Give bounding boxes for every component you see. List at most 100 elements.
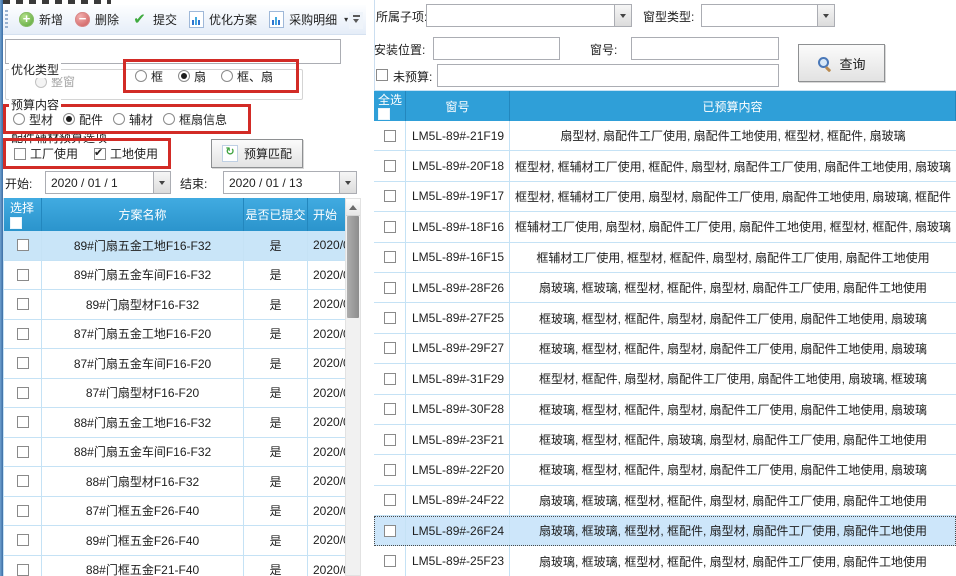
radio-option-辅材[interactable]: 辅材	[113, 111, 153, 128]
budget-table-row[interactable]: LM5L-89#-18F16框辅材工厂使用, 扇型材, 扇配件工厂使用, 扇配件…	[374, 212, 956, 242]
budget-table-row[interactable]: LM5L-89#-25F23扇玻璃, 框玻璃, 框型材, 框配件, 扇型材, 扇…	[374, 546, 956, 576]
plan-row-checkbox[interactable]	[17, 564, 29, 576]
budget-row-checkbox[interactable]	[384, 160, 396, 172]
plan-row-select-cell[interactable]	[4, 556, 42, 576]
budget-row-checkbox[interactable]	[384, 494, 396, 506]
plan-row-select-cell[interactable]	[4, 438, 42, 467]
toolbar-button-采购明细[interactable]: 采购明细▾	[263, 8, 354, 31]
budget-row-select-cell[interactable]	[374, 516, 406, 545]
plan-row-select-cell[interactable]	[4, 349, 42, 378]
budget-row-checkbox[interactable]	[384, 221, 396, 233]
window-type-dropdown-icon[interactable]	[817, 5, 834, 26]
budget-table-row[interactable]: LM5L-89#-16F15框辅材工厂使用, 框型材, 框配件, 扇型材, 扇配…	[374, 243, 956, 273]
budget-row-select-cell[interactable]	[374, 364, 406, 393]
plan-row-checkbox[interactable]	[17, 239, 29, 251]
select-all-plans-checkbox[interactable]	[10, 217, 22, 229]
budget-table-row[interactable]: LM5L-89#-28F26扇玻璃, 框玻璃, 框型材, 框配件, 扇型材, 扇…	[374, 273, 956, 303]
checkbox-option-工厂使用[interactable]: 工厂使用	[14, 145, 78, 162]
plan-row-checkbox[interactable]	[17, 298, 29, 310]
toolbar-button-优化方案[interactable]: 优化方案	[183, 8, 263, 31]
plan-row-select-cell[interactable]	[4, 320, 42, 349]
toolbar-grip-handle[interactable]	[5, 10, 8, 30]
plan-row-checkbox[interactable]	[17, 269, 29, 281]
budget-row-select-cell[interactable]	[374, 486, 406, 515]
budget-row-checkbox[interactable]	[384, 130, 396, 142]
plan-name-column-header[interactable]: 方案名称	[42, 198, 244, 231]
submitted-column-header[interactable]: 是否已提交	[244, 198, 308, 231]
budget-table-row[interactable]: LM5L-89#-21F19扇型材, 扇配件工厂使用, 扇配件工地使用, 框型材…	[374, 121, 956, 151]
start-date-picker[interactable]: 2020 / 01 / 1	[45, 171, 171, 194]
plan-row-checkbox[interactable]	[17, 505, 29, 517]
budget-table-row[interactable]: LM5L-89#-24F22扇玻璃, 框玻璃, 框型材, 框配件, 扇型材, 扇…	[374, 486, 956, 516]
budget-row-select-cell[interactable]	[374, 303, 406, 332]
plan-table-row[interactable]: 89#门框五金F26-F40是2020/0	[4, 526, 345, 556]
budget-table-row[interactable]: LM5L-89#-27F25框玻璃, 框型材, 框配件, 扇型材, 扇配件工厂使…	[374, 303, 956, 333]
radio-option-型材[interactable]: 型材	[13, 111, 53, 128]
window-type-combobox[interactable]	[701, 4, 835, 27]
plan-table-row[interactable]: 89#门扇五金工地F16-F32是2020/0	[4, 231, 345, 261]
plan-table-row[interactable]: 89#门扇五金车间F16-F32是2020/0	[4, 261, 345, 291]
plan-row-select-cell[interactable]	[4, 408, 42, 437]
radio-option-扇[interactable]: 扇	[178, 68, 206, 85]
query-button[interactable]: 查询	[798, 44, 885, 82]
select-all-windows-checkbox[interactable]	[378, 108, 390, 120]
budget-table-row[interactable]: LM5L-89#-26F24扇玻璃, 框玻璃, 框型材, 框配件, 扇型材, 扇…	[374, 516, 956, 546]
plan-row-select-cell[interactable]	[4, 290, 42, 319]
budget-table-row[interactable]: LM5L-89#-19F17框型材, 框辅材工厂使用, 扇型材, 扇配件工厂使用…	[374, 182, 956, 212]
plan-table-row[interactable]: 87#门扇五金工地F16-F20是2020/0	[4, 320, 345, 350]
budget-table-row[interactable]: LM5L-89#-30F28框玻璃, 框型材, 框配件, 扇型材, 扇配件工厂使…	[374, 395, 956, 425]
no-budget-input[interactable]	[437, 64, 779, 87]
checkbox-icon[interactable]	[94, 148, 106, 160]
budget-table-row[interactable]: LM5L-89#-29F27框玻璃, 框型材, 框配件, 扇型材, 扇配件工厂使…	[374, 334, 956, 364]
budget-row-select-cell[interactable]	[374, 455, 406, 484]
start-date-dropdown-icon[interactable]	[153, 172, 170, 193]
budgeted-content-column-header[interactable]: 已预算内容	[510, 91, 956, 121]
radio-option-框、扇[interactable]: 框、扇	[221, 68, 273, 85]
budget-match-button[interactable]: ↻ 预算匹配	[211, 139, 303, 168]
radio-icon[interactable]	[135, 70, 147, 82]
plan-table-row[interactable]: 88#门框五金F21-F40是2020/0	[4, 556, 345, 576]
toolbar-button-删除[interactable]: −删除	[69, 8, 125, 31]
plan-row-checkbox[interactable]	[17, 357, 29, 369]
radio-icon[interactable]	[63, 113, 75, 125]
budget-row-checkbox[interactable]	[384, 525, 396, 537]
plan-table-row[interactable]: 89#门扇型材F16-F32是2020/0	[4, 290, 345, 320]
plan-row-checkbox[interactable]	[17, 387, 29, 399]
plan-row-select-cell[interactable]	[4, 467, 42, 496]
subitem-dropdown-icon[interactable]	[614, 5, 631, 26]
no-budget-checkbox[interactable]	[376, 69, 388, 81]
scrollbar-thumb[interactable]	[347, 216, 359, 318]
budget-row-checkbox[interactable]	[384, 555, 396, 567]
budget-row-select-cell[interactable]	[374, 395, 406, 424]
plan-row-checkbox[interactable]	[17, 534, 29, 546]
chevron-down-icon[interactable]: ▾	[344, 16, 348, 24]
plan-row-select-cell[interactable]	[4, 379, 42, 408]
subitem-combobox[interactable]	[426, 4, 632, 27]
budget-row-checkbox[interactable]	[384, 403, 396, 415]
plan-row-select-cell[interactable]	[4, 497, 42, 526]
radio-option-配件[interactable]: 配件	[63, 111, 103, 128]
toolbar-button-提交[interactable]: ✔提交	[125, 8, 183, 31]
checkbox-option-工地使用[interactable]: 工地使用	[94, 145, 158, 162]
window-no-input[interactable]	[631, 37, 779, 60]
budget-row-select-cell[interactable]	[374, 546, 406, 575]
budget-row-checkbox[interactable]	[384, 282, 396, 294]
budget-table-row[interactable]: LM5L-89#-31F29框型材, 框配件, 扇型材, 扇配件工厂使用, 扇配…	[374, 364, 956, 394]
plan-table-row[interactable]: 87#门框五金F26-F40是2020/0	[4, 497, 345, 527]
toolbar-overflow-button[interactable]	[349, 12, 363, 29]
radio-icon[interactable]	[221, 70, 233, 82]
budget-row-select-cell[interactable]	[374, 273, 406, 302]
budget-table-row[interactable]: LM5L-89#-20F18框型材, 框辅材工厂使用, 框配件, 扇型材, 扇配…	[374, 151, 956, 181]
plan-table-row[interactable]: 88#门扇五金车间F16-F32是2020/0	[4, 438, 345, 468]
budget-table-row[interactable]: LM5L-89#-22F20框玻璃, 框型材, 框配件, 扇型材, 扇配件工厂使…	[374, 455, 956, 485]
radio-icon[interactable]	[113, 113, 125, 125]
plan-table-row[interactable]: 87#门扇五金车间F16-F20是2020/0	[4, 349, 345, 379]
start-column-header[interactable]: 开始	[308, 198, 345, 231]
end-date-picker[interactable]: 2020 / 01 / 13	[223, 171, 357, 194]
budget-row-select-cell[interactable]	[374, 334, 406, 363]
budget-row-checkbox[interactable]	[384, 190, 396, 202]
plan-row-checkbox[interactable]	[17, 446, 29, 458]
scrollbar-up-arrow-icon[interactable]	[346, 199, 360, 216]
budget-row-select-cell[interactable]	[374, 212, 406, 241]
plan-row-select-cell[interactable]	[4, 526, 42, 555]
